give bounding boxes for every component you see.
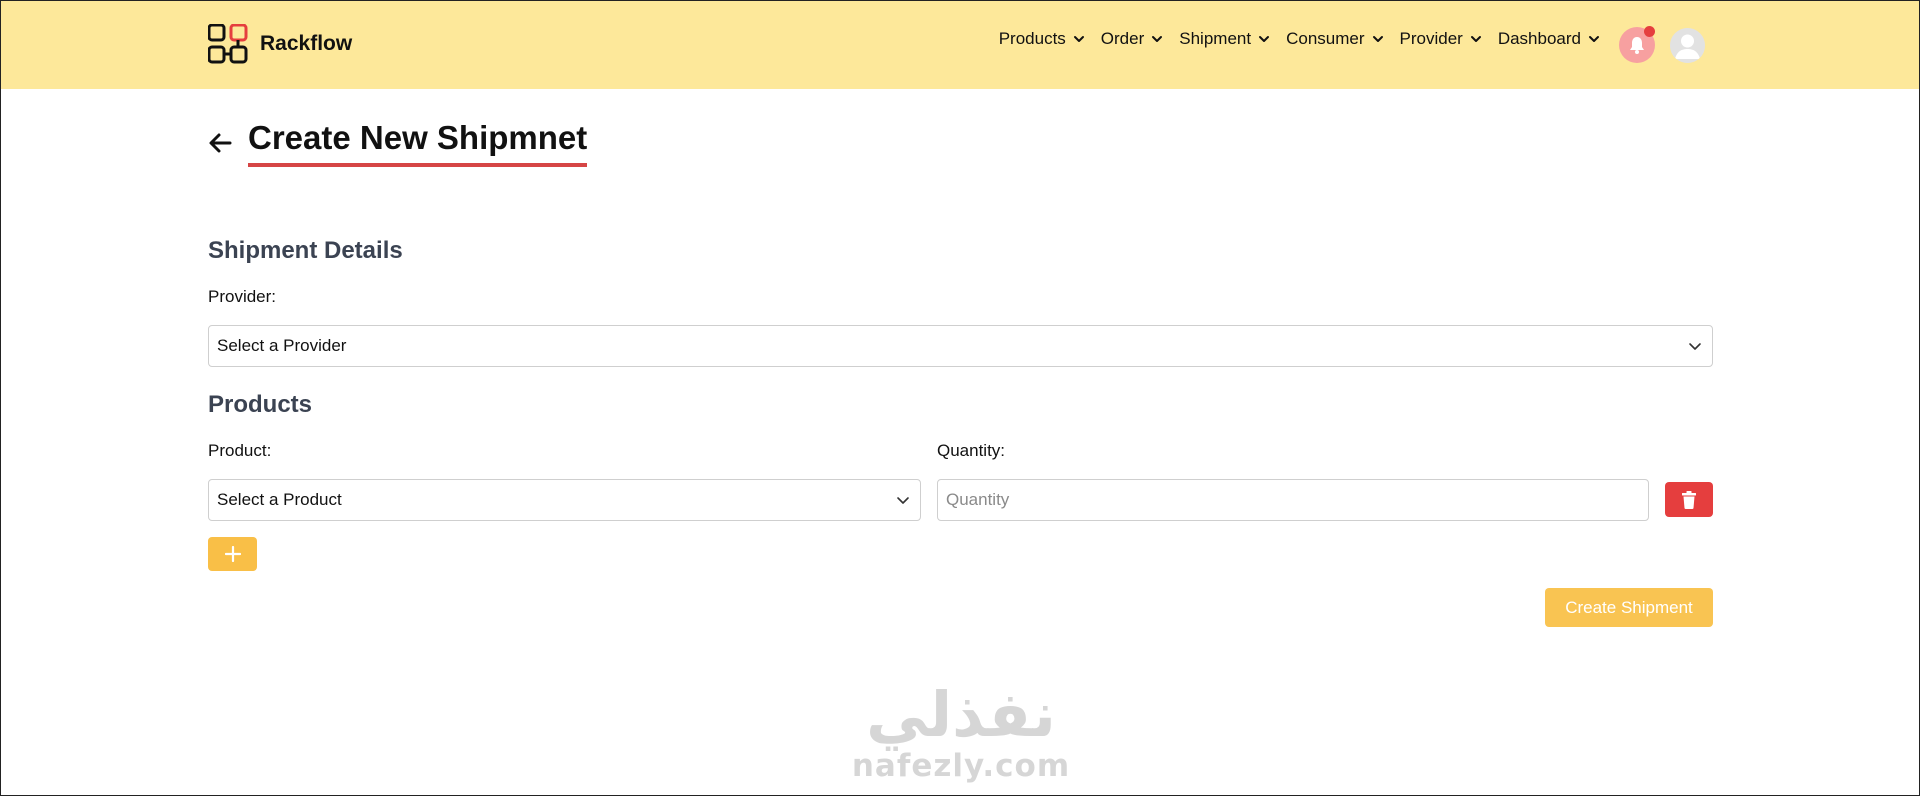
shipment-details-heading: Shipment Details [208,237,403,264]
quantity-label: Quantity: [937,441,1006,460]
nav-item-order[interactable]: Order [1101,29,1164,49]
nav-item-consumer[interactable]: Consumer [1286,29,1384,49]
user-avatar-icon [1670,28,1705,63]
watermark: نفذلي nafezly.com [851,678,1071,784]
create-shipment-button[interactable]: Create Shipment [1545,588,1713,627]
top-navigation-bar: Rackflow Products Order Shipment Consume… [1,1,1919,89]
product-select-value: Select a Product [217,490,342,509]
chevron-down-icon [1259,36,1270,42]
quantity-input[interactable] [937,479,1649,521]
plus-icon [224,546,241,562]
chevron-down-icon [1589,36,1599,42]
chevron-down-icon [1470,36,1481,42]
product-select[interactable]: Select a Product [208,479,921,521]
chevron-down-icon [1152,36,1163,42]
notifications-button[interactable] [1619,26,1655,63]
trash-icon [1682,490,1696,509]
chevron-down-icon [897,497,909,504]
brand-name: Rackflow [260,32,353,55]
chevron-down-icon [1073,36,1084,42]
chevron-down-icon [1372,36,1383,42]
delete-product-button[interactable] [1665,482,1713,517]
nav-item-dashboard[interactable]: Dashboard [1498,29,1601,49]
nav-item-shipment[interactable]: Shipment [1179,29,1271,49]
main-nav: Products Order Shipment Consumer Provide… [999,29,1601,49]
chevron-down-icon [1689,343,1701,350]
back-arrow-icon[interactable] [208,130,234,156]
brand[interactable]: Rackflow [208,24,352,64]
page-header: Create New Shipmnet [208,119,588,167]
nav-item-label: Shipment [1179,29,1252,48]
bell-icon [1630,37,1644,54]
watermark-latin: nafezly.com [851,748,1071,784]
nav-item-label: Order [1100,29,1145,48]
notification-badge [1644,26,1655,37]
grid-logo-icon [208,24,248,64]
nav-item-label: Provider [1399,29,1463,48]
nav-item-provider[interactable]: Provider [1400,29,1483,49]
product-label: Product: [208,441,272,460]
products-heading: Products [208,391,313,418]
nav-item-label: Products [998,29,1066,48]
provider-select-value: Select a Provider [217,336,347,355]
nav-item-label: Dashboard [1497,29,1581,48]
add-product-button[interactable] [208,537,257,571]
page-title: Create New Shipmnet [248,119,588,167]
nav-item-label: Consumer [1286,29,1365,48]
provider-select[interactable]: Select a Provider [208,325,1713,367]
provider-label: Provider: [208,287,277,306]
nav-item-products[interactable]: Products [999,29,1086,49]
watermark-arabic: نفذلي [866,678,1056,751]
user-avatar-button[interactable] [1670,28,1705,63]
